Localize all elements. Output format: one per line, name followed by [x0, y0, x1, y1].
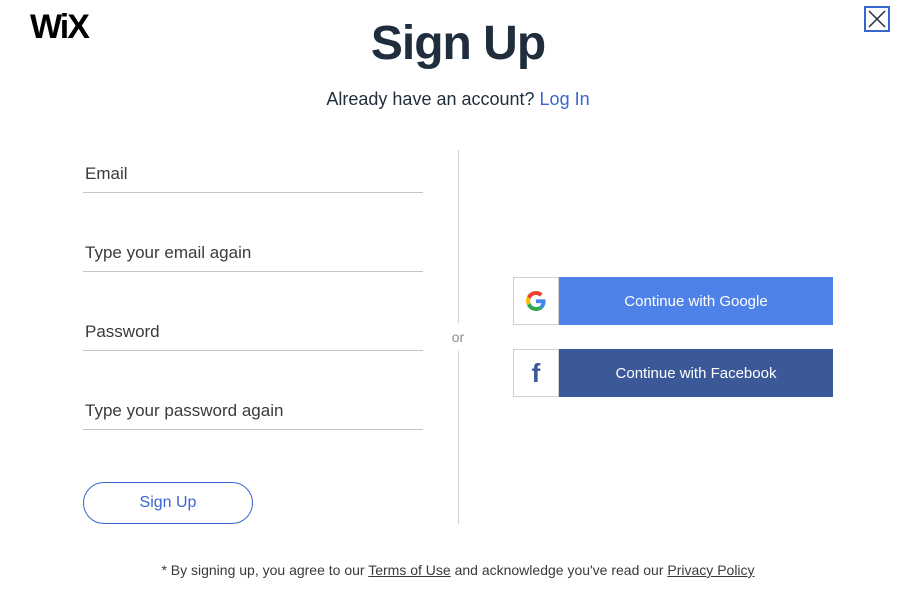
email-field[interactable]: [83, 156, 423, 193]
divider-label: or: [452, 323, 464, 351]
continue-facebook-button[interactable]: f Continue with Facebook: [513, 349, 833, 397]
login-link[interactable]: Log In: [540, 89, 590, 109]
subtitle-text: Already have an account?: [326, 89, 539, 109]
footer-prefix: * By signing up, you agree to our: [161, 562, 368, 578]
signup-form: Sign Up: [83, 150, 423, 524]
page-title: Sign Up: [0, 16, 916, 71]
facebook-icon: f: [513, 349, 559, 397]
continue-google-button[interactable]: Continue with Google: [513, 277, 833, 325]
password-field[interactable]: [83, 314, 423, 351]
google-button-label: Continue with Google: [559, 277, 833, 325]
divider: or: [423, 150, 493, 524]
privacy-policy-link[interactable]: Privacy Policy: [667, 562, 754, 578]
social-buttons: Continue with Google f Continue with Fac…: [493, 277, 833, 397]
facebook-button-label: Continue with Facebook: [559, 349, 833, 397]
email-confirm-field[interactable]: [83, 235, 423, 272]
footer-disclaimer: * By signing up, you agree to our Terms …: [0, 562, 916, 578]
google-icon: [513, 277, 559, 325]
terms-of-use-link[interactable]: Terms of Use: [368, 562, 450, 578]
password-confirm-field[interactable]: [83, 393, 423, 430]
footer-middle: and acknowledge you've read our: [451, 562, 668, 578]
wix-logo: WiX: [30, 8, 88, 47]
signup-button[interactable]: Sign Up: [83, 482, 253, 524]
close-icon: [868, 10, 886, 28]
subtitle: Already have an account? Log In: [0, 89, 916, 110]
close-button[interactable]: [864, 6, 890, 32]
